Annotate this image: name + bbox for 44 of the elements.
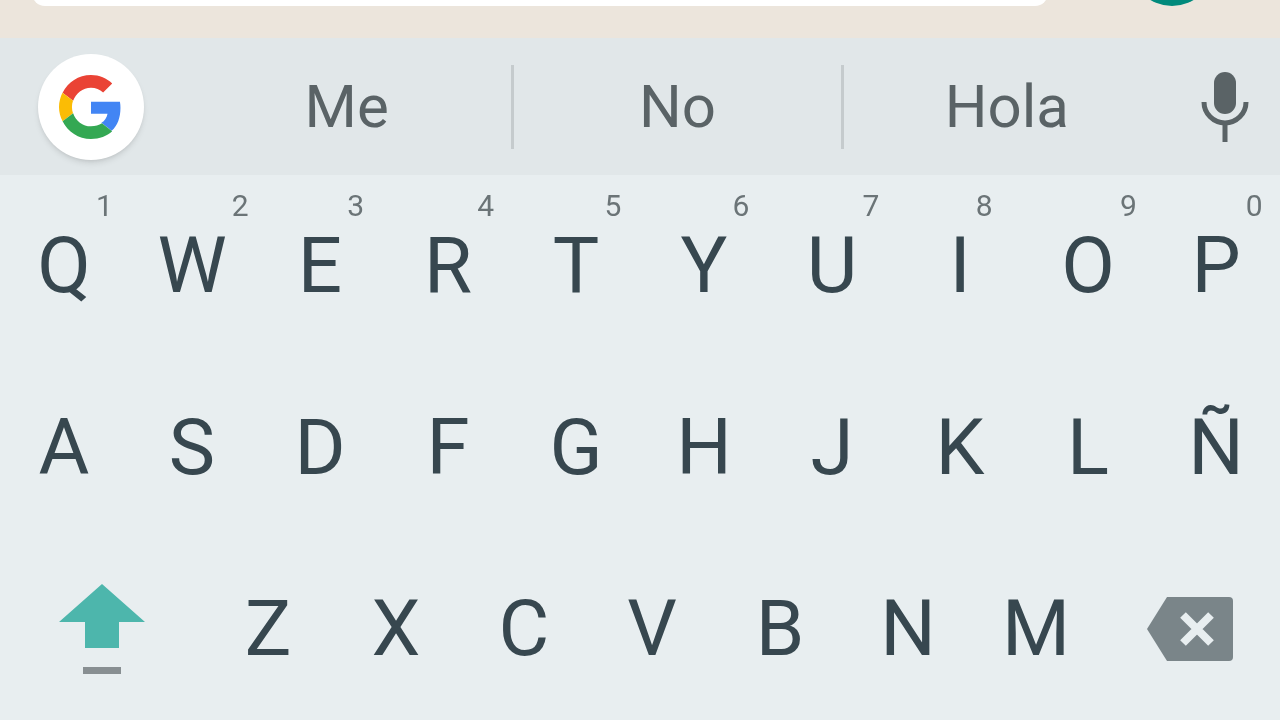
key-hint: 0 [1245, 190, 1263, 221]
key-hint: 5 [604, 190, 622, 221]
key-label[interactable]: E [297, 219, 343, 311]
key-label[interactable]: I [949, 219, 971, 311]
key-label[interactable]: C [498, 583, 550, 675]
suggestion[interactable]: Me [304, 61, 389, 152]
key-label[interactable]: B [755, 583, 805, 675]
key-label[interactable]: O [1061, 219, 1115, 311]
key-hint: 9 [1119, 190, 1137, 221]
backspace-icon[interactable] [1147, 597, 1233, 662]
key-hint: 4 [477, 190, 495, 221]
key-label[interactable]: M [1001, 583, 1071, 675]
key-label[interactable]: K [935, 401, 985, 493]
google-icon [59, 74, 123, 139]
suggestion[interactable]: No [638, 61, 716, 152]
key-label[interactable]: R [423, 219, 473, 311]
key-label[interactable]: L [1067, 401, 1109, 493]
key-label[interactable]: G [549, 401, 603, 493]
microphone-icon[interactable] [1199, 71, 1251, 142]
suggestion[interactable]: Hola [944, 61, 1069, 152]
key-label[interactable]: J [810, 401, 854, 493]
key-label[interactable]: T [552, 219, 600, 311]
key-hint: 3 [347, 190, 365, 221]
shift-icon[interactable] [59, 584, 145, 675]
key-label[interactable]: W [157, 219, 227, 311]
key-label[interactable]: P [1191, 219, 1241, 311]
key-hint: 1 [95, 190, 113, 221]
key-label[interactable]: H [676, 401, 732, 493]
key-hint: 6 [732, 190, 750, 221]
key-label[interactable]: D [294, 401, 346, 493]
key-hint: 7 [862, 190, 880, 221]
key-hint: 8 [975, 190, 993, 221]
key-hint: 2 [231, 190, 249, 221]
key-label[interactable]: X [371, 583, 421, 675]
key-label[interactable]: V [627, 583, 677, 675]
key-label[interactable]: Y [680, 219, 728, 311]
key-label[interactable]: Z [244, 583, 292, 675]
key-label[interactable]: S [168, 401, 216, 493]
key-label[interactable]: Q [37, 219, 91, 311]
key-label[interactable]: A [38, 401, 90, 493]
key-label[interactable]: Ñ [1188, 401, 1244, 493]
key-label[interactable]: U [806, 219, 858, 311]
key-label[interactable]: N [880, 583, 936, 675]
key-label[interactable]: F [426, 401, 470, 493]
